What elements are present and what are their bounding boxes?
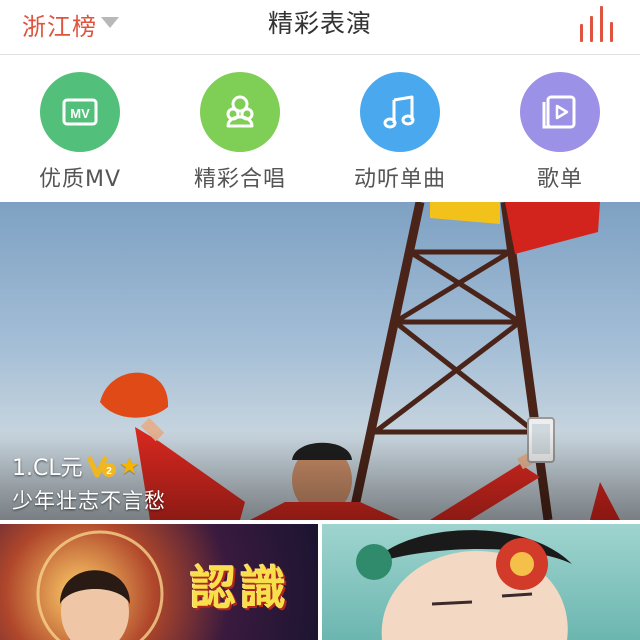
category-label: 优质MV (38, 167, 122, 192)
category-label: 动听单曲 (353, 167, 446, 192)
music-note-icon (360, 72, 440, 152)
category-label: 精彩合唱 (193, 167, 286, 192)
star-icon: ★ (118, 452, 141, 480)
thumbnail-image (356, 530, 572, 640)
song-title: 少年壮志不言愁 (12, 489, 166, 513)
category-single[interactable]: 动听单曲 (320, 72, 480, 193)
featured-banner[interactable]: 1.CL元 2 ★ 少年壮志不言愁 (0, 202, 640, 520)
category-playlist[interactable]: 歌单 (480, 72, 640, 193)
category-quality-mv[interactable]: MV 优质MV (0, 72, 160, 193)
chorus-icon (200, 72, 280, 152)
region-label: 浙江榜 (22, 12, 97, 41)
equalizer-icon[interactable] (578, 4, 618, 42)
performer-name: 1.CL元 (12, 456, 83, 481)
thumbnail-overlay-text: 認識 (190, 561, 290, 615)
category-label: 歌单 (536, 167, 583, 192)
performance-thumbnail[interactable] (322, 524, 640, 640)
vip-level-badge-icon: 2 (86, 454, 117, 478)
mv-icon: MV (40, 72, 120, 152)
performance-thumbnail[interactable]: 認識 (0, 524, 318, 640)
caret-down-icon (101, 16, 119, 28)
top-bar: 浙江榜 精彩表演 (0, 0, 640, 55)
performer-info: 1.CL元 2 ★ (12, 450, 140, 482)
svg-text:2: 2 (106, 466, 112, 477)
category-row: MV 优质MV 精彩合唱 动听单曲 歌单 (0, 56, 640, 202)
region-selector[interactable]: 浙江榜 (22, 8, 119, 41)
svg-text:MV: MV (70, 106, 90, 121)
category-chorus[interactable]: 精彩合唱 (160, 72, 320, 193)
playlist-icon (520, 72, 600, 152)
